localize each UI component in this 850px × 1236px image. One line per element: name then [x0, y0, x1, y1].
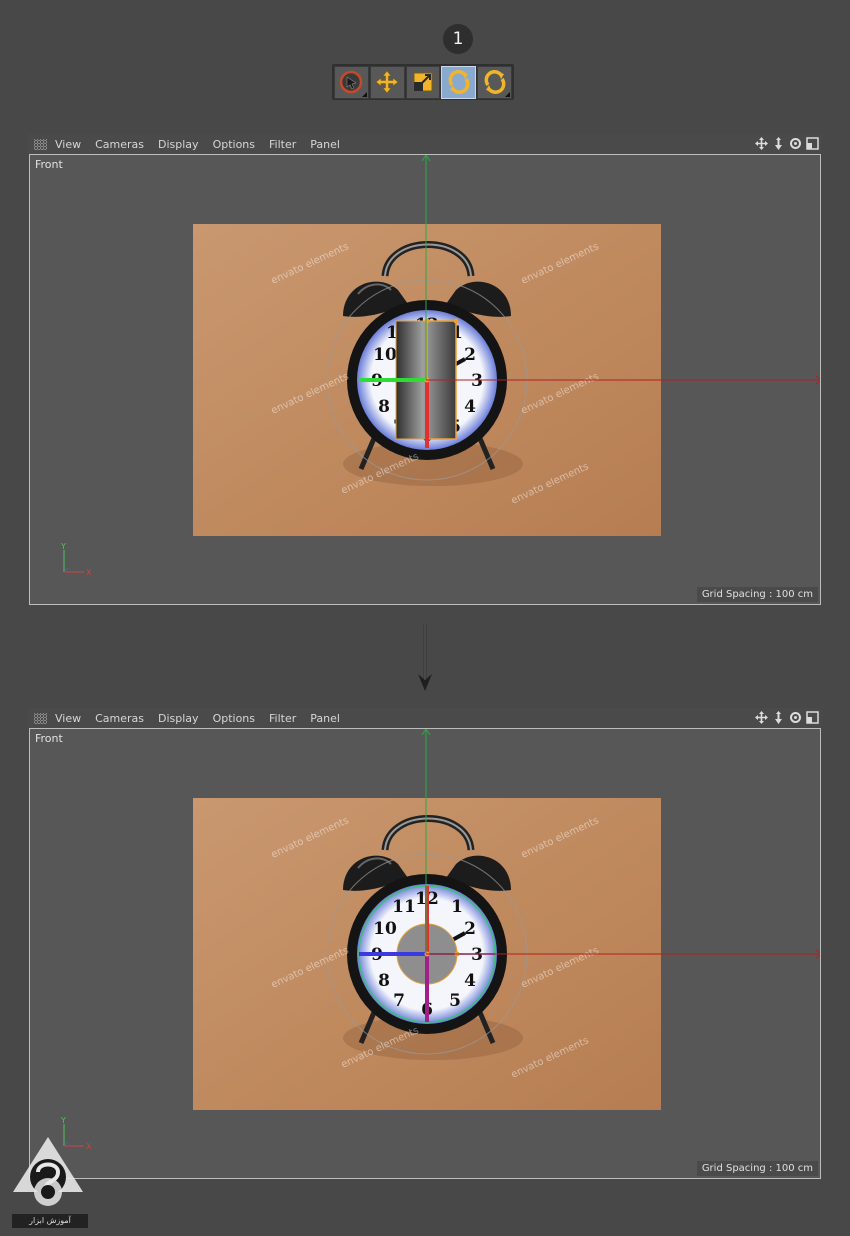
maximize-icon[interactable] — [805, 710, 820, 725]
orbit-icon[interactable] — [788, 710, 803, 725]
svg-text:Y: Y — [60, 542, 66, 551]
svg-text:X: X — [86, 568, 92, 577]
zoom-icon[interactable] — [771, 710, 786, 725]
menu-cameras[interactable]: Cameras — [95, 138, 144, 151]
menu-panel[interactable]: Panel — [310, 712, 340, 725]
viewport-canvas[interactable]: Front 1 2 3 4 8 10 envato elements envat… — [29, 154, 821, 605]
select-tool-button[interactable] — [334, 65, 369, 99]
menu-view[interactable]: View — [55, 712, 81, 725]
pan-icon[interactable] — [754, 710, 769, 725]
rotate-icon — [448, 70, 470, 94]
grid-spacing-label: Grid Spacing : 100 cm — [696, 587, 818, 602]
menu-view[interactable]: View — [55, 138, 81, 151]
menu-cameras[interactable]: Cameras — [95, 712, 144, 725]
step-number-badge: 1 — [443, 24, 473, 54]
menu-options[interactable]: Options — [213, 138, 255, 151]
viewport-after: View Cameras Display Options Filter Pane… — [28, 708, 822, 1180]
menu-options[interactable]: Options — [213, 712, 255, 725]
pan-icon[interactable] — [754, 136, 769, 151]
maximize-icon[interactable] — [805, 136, 820, 151]
move-tool-button[interactable] — [369, 65, 405, 99]
menu-display[interactable]: Display — [158, 138, 199, 151]
viewport-canvas[interactable]: Front 12 1 — [29, 728, 821, 1179]
scene-axes — [421, 155, 820, 385]
rotate-alt-tool-button[interactable] — [477, 65, 512, 99]
menu-filter[interactable]: Filter — [269, 138, 296, 151]
logo-caption: آموزش ابزار — [12, 1214, 88, 1228]
grip-icon[interactable] — [34, 712, 47, 724]
viewport-before: View Cameras Display Options Filter Pane… — [28, 134, 822, 606]
grid-spacing-label: Grid Spacing : 100 cm — [696, 1161, 818, 1176]
svg-text:Y: Y — [60, 1116, 66, 1125]
axis-orientation-icon: Y X — [60, 542, 92, 577]
down-arrow-icon — [418, 624, 432, 691]
transform-toolbar — [332, 64, 514, 100]
rotate-tool-button[interactable] — [441, 65, 477, 99]
zoom-icon[interactable] — [771, 136, 786, 151]
move-arrows-icon — [375, 70, 399, 94]
menu-display[interactable]: Display — [158, 712, 199, 725]
menu-filter[interactable]: Filter — [269, 712, 296, 725]
cursor-icon — [340, 70, 363, 94]
menu-panel[interactable]: Panel — [310, 138, 340, 151]
scale-icon — [413, 72, 433, 92]
orbit-icon[interactable] — [788, 136, 803, 151]
scale-tool-button[interactable] — [405, 65, 441, 99]
viewport-menubar: View Cameras Display Options Filter Pane… — [28, 708, 822, 728]
grip-icon[interactable] — [34, 138, 47, 150]
rotate-icon — [484, 70, 505, 94]
scene-axes — [421, 729, 820, 959]
viewport-menubar: View Cameras Display Options Filter Pane… — [28, 134, 822, 154]
